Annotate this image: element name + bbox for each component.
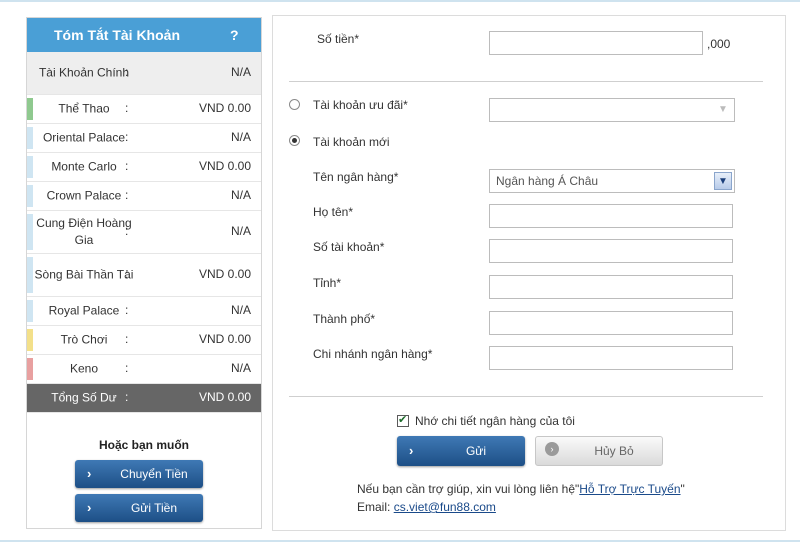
separator: : (125, 267, 129, 281)
separator: : (125, 332, 129, 346)
city-input[interactable] (489, 311, 733, 335)
account-row: Tài Khoản Chính: N/A (27, 52, 261, 95)
submit-button[interactable]: › Gửi (397, 436, 525, 466)
amount-input[interactable] (489, 31, 703, 55)
account-row: Thể Thao: VND 0.00 (27, 95, 261, 124)
account-balance: VND 0.00 (198, 159, 251, 173)
bank-name-value: Ngân hàng Á Châu (496, 174, 599, 188)
separator: : (125, 65, 129, 79)
branch-input[interactable] (489, 346, 733, 370)
withdrawal-form: Số tiền* ,000 Tài khoản ưu đãi* ▼ Tài kh… (272, 15, 786, 531)
help-text: Nếu bạn cần trợ giúp, xin vui lòng liên … (357, 482, 685, 496)
alternative-actions-title: Hoặc bạn muốn (98, 438, 189, 452)
bank-name-select[interactable]: Ngân hàng Á Châu ▼ (489, 169, 735, 193)
account-row: Sòng Bài Thần Tài: VND 0.00 (27, 254, 261, 297)
account-name: Oriental Palace (42, 130, 126, 145)
full-name-input[interactable] (489, 204, 733, 228)
new-account-label: Tài khoản mới (313, 135, 390, 149)
separator: : (125, 390, 129, 404)
account-balance: N/A (230, 361, 251, 375)
account-balance: VND 0.00 (198, 101, 251, 115)
separator: : (125, 101, 129, 115)
live-support-link[interactable]: Hỗ Trợ Trực Tuyến (579, 482, 680, 496)
separator: : (125, 361, 129, 375)
amount-suffix: ,000 (707, 37, 731, 51)
account-name: Sòng Bài Thần Tài (34, 267, 134, 282)
account-name: Crown Palace (46, 188, 122, 203)
chevron-right-icon: › (409, 443, 414, 458)
account-summary-panel: Tóm Tắt Tài Khoản ? Tài Khoản Chính: N/A T… (26, 17, 262, 529)
account-name: Tài Khoản Chính (38, 65, 130, 80)
chevron-down-icon: ▼ (714, 172, 732, 190)
account-summary-header: Tóm Tắt Tài Khoản ? (27, 18, 261, 52)
account-row: Oriental Palace: N/A (27, 124, 261, 153)
account-name: Thể Thao (58, 101, 110, 116)
account-row: Monte Carlo: VND 0.00 (27, 153, 261, 182)
account-balance: N/A (230, 130, 251, 144)
chevron-down-icon: ▼ (718, 104, 728, 115)
separator: : (125, 303, 129, 317)
account-list: Tài Khoản Chính: N/A Thể Thao: VND 0.00 Orie… (27, 52, 261, 413)
cancel-button[interactable]: › Hủy Bỏ (535, 436, 663, 466)
preferred-account-label: Tài khoản ưu đãi* (313, 98, 408, 112)
account-name: Monte Carlo (51, 159, 117, 174)
province-input[interactable] (489, 275, 733, 299)
account-balance: N/A (230, 224, 251, 238)
account-balance: N/A (230, 303, 251, 317)
separator: : (125, 130, 129, 144)
total-balance-value: VND 0.00 (198, 390, 251, 404)
account-name: Cung Điện Hoàng Gia (36, 216, 132, 247)
email-link[interactable]: cs.viet@fun88.com (394, 500, 496, 514)
email-label: Email: (357, 500, 391, 514)
account-balance: N/A (230, 65, 251, 79)
city-label: Thành phố* (313, 312, 376, 326)
branch-label: Chi nhánh ngân hàng* (313, 347, 433, 361)
preferred-account-select[interactable]: ▼ (489, 98, 735, 122)
bank-name-label: Tên ngân hàng* (313, 170, 399, 184)
total-balance-row: Tổng Số Dư: VND 0.00 (27, 384, 261, 413)
bottom-divider (0, 540, 800, 542)
province-label: Tỉnh* (313, 276, 342, 290)
deposit-button[interactable]: › Gửi Tiền (75, 494, 203, 522)
account-number-label: Số tài khoản* (313, 240, 385, 254)
remember-bank-label: Nhớ chi tiết ngân hàng của tôi (415, 414, 575, 428)
help-icon[interactable]: ? (230, 18, 239, 52)
top-divider (0, 0, 800, 2)
account-balance: VND 0.00 (198, 267, 251, 281)
account-row: Cung Điện Hoàng Gia: N/A (27, 211, 261, 254)
total-balance-label: Tổng Số Dư (51, 390, 117, 405)
chevron-right-icon: › (87, 466, 92, 481)
chevron-right-icon: › (87, 500, 92, 515)
separator: : (125, 188, 129, 202)
account-row: Crown Palace: N/A (27, 182, 261, 211)
account-balance: N/A (230, 188, 251, 202)
account-name: Keno (69, 361, 99, 376)
divider (289, 396, 763, 397)
account-number-input[interactable] (489, 239, 733, 263)
chevron-right-icon: › (545, 442, 559, 456)
new-account-radio[interactable] (289, 135, 300, 146)
preferred-account-radio[interactable] (289, 99, 300, 110)
account-name: Trò Chơi (60, 332, 108, 347)
transfer-button[interactable]: › Chuyển Tiền (75, 460, 203, 488)
account-row: Trò Chơi: VND 0.00 (27, 326, 261, 355)
divider (289, 81, 763, 82)
email-line: Email: cs.viet@fun88.com (357, 500, 496, 514)
full-name-label: Họ tên* (313, 205, 354, 219)
account-name: Royal Palace (48, 303, 120, 318)
separator: : (125, 159, 129, 173)
remember-bank-checkbox[interactable]: ✔ (397, 414, 409, 427)
account-summary-title: Tóm Tắt Tài Khoản (54, 27, 180, 43)
account-row: Royal Palace: N/A (27, 297, 261, 326)
separator: : (125, 224, 129, 238)
account-row: Keno: N/A (27, 355, 261, 384)
amount-label: Số tiền* (317, 32, 360, 46)
account-balance: VND 0.00 (198, 332, 251, 346)
checkmark-icon: ✔ (398, 414, 408, 426)
